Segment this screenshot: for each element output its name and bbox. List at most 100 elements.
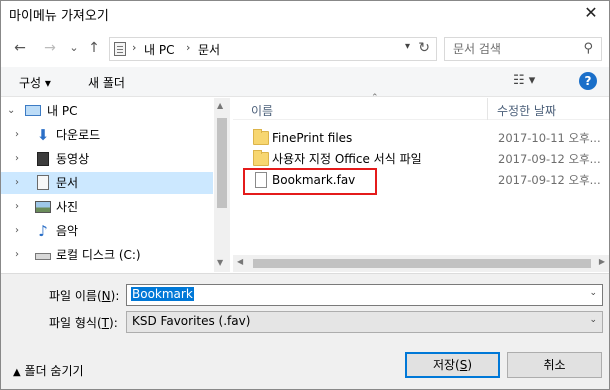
- breadcrumb-chevron-icon[interactable]: ›: [186, 41, 190, 54]
- column-divider[interactable]: [487, 98, 488, 120]
- cancel-button[interactable]: 취소: [507, 352, 602, 378]
- expand-chevron-icon[interactable]: ›: [15, 220, 19, 242]
- organize-menu-button[interactable]: 구성 ▾: [19, 74, 51, 91]
- tree-item-pictures[interactable]: › 사진: [1, 196, 213, 218]
- filetype-label-text: 파일 형식(: [49, 316, 102, 330]
- film-icon: [37, 152, 49, 166]
- search-box[interactable]: ⚲: [444, 37, 602, 61]
- tree-item-downloads[interactable]: › ⬇ 다운로드: [1, 124, 213, 146]
- expand-chevron-icon[interactable]: ›: [15, 196, 19, 218]
- forward-arrow-icon[interactable]: →: [41, 39, 59, 57]
- annotation-highlight-box: [243, 168, 377, 195]
- expand-chevron-icon[interactable]: ›: [15, 244, 19, 266]
- column-header-row: ⌃ 이름 수정한 날짜: [233, 93, 609, 120]
- collapse-chevron-icon[interactable]: ⌄: [7, 100, 15, 122]
- expand-chevron-icon[interactable]: ›: [15, 172, 19, 194]
- title-bar: 마이메뉴 가져오기 ✕: [1, 1, 609, 29]
- navigation-pane: ⌄ 내 PC › ⬇ 다운로드 › 동영상 › 문서 › 사진 › ♪ 음악 ›…: [1, 98, 229, 272]
- up-arrow-icon[interactable]: ↑: [85, 39, 103, 57]
- file-dialog-window: 마이메뉴 가져오기 ✕ ← → ⌄ ↑ › 내 PC › 문서 ▾ ↻ ⚲ 구성…: [0, 0, 610, 390]
- horizontal-scrollbar[interactable]: ◀ ▶: [233, 255, 609, 272]
- picture-icon: [35, 201, 51, 213]
- save-label-suffix: ): [467, 358, 473, 372]
- tree-item-music[interactable]: › ♪ 음악: [1, 220, 213, 242]
- file-row[interactable]: FinePrint files 2017-10-11 오후...: [233, 128, 609, 149]
- refresh-icon[interactable]: ↻: [418, 40, 430, 56]
- hide-folders-toggle[interactable]: ▲ 폴더 숨기기: [13, 362, 84, 379]
- tree-item-label: 사진: [56, 200, 79, 214]
- breadcrumb-chevron-icon[interactable]: ›: [132, 41, 136, 54]
- tree-item-videos[interactable]: › 동영상: [1, 148, 213, 170]
- monitor-icon: [25, 105, 41, 116]
- folder-icon: [253, 150, 269, 166]
- chevron-down-icon[interactable]: ⌄: [589, 288, 597, 298]
- back-arrow-icon[interactable]: ←: [11, 39, 29, 57]
- tree-item-label: 다운로드: [56, 128, 101, 142]
- tree-item-this-pc[interactable]: ⌄ 내 PC: [1, 100, 213, 122]
- documents-location-icon: [114, 42, 126, 56]
- hide-folders-label: 폴더 숨기기: [24, 364, 84, 378]
- filename-value[interactable]: Bookmark: [131, 287, 194, 301]
- save-button[interactable]: 저장(S): [405, 352, 500, 378]
- filetype-label-suffix: ):: [109, 316, 118, 330]
- save-label: 저장(: [432, 358, 460, 372]
- window-title: 마이메뉴 가져오기: [9, 9, 109, 24]
- filename-input[interactable]: Bookmark ⌄: [126, 284, 603, 306]
- sort-ascending-icon: ⌃: [371, 93, 379, 103]
- file-name: FinePrint files: [272, 131, 353, 145]
- column-header-name[interactable]: 이름: [251, 102, 273, 119]
- expand-chevron-icon[interactable]: ›: [15, 148, 19, 170]
- nav-pane-scrollbar[interactable]: ▲ ▼: [214, 98, 230, 272]
- scrollbar-thumb[interactable]: [217, 118, 227, 208]
- breadcrumb-this-pc[interactable]: 내 PC: [144, 41, 174, 58]
- chevron-down-icon[interactable]: ⌄: [589, 315, 597, 325]
- file-date: 2017-09-12 오후...: [498, 173, 601, 187]
- tree-item-label: 로컬 디스크 (C:): [56, 248, 141, 262]
- help-icon[interactable]: ?: [579, 72, 597, 90]
- scroll-down-icon[interactable]: ▼: [217, 258, 223, 267]
- command-toolbar: 구성 ▾ 새 폴더 ☷ ▾ ?: [1, 67, 609, 97]
- view-options-icon[interactable]: ☷ ▾: [513, 73, 535, 88]
- search-icon[interactable]: ⚲: [583, 41, 593, 56]
- file-row[interactable]: 사용자 지정 Office 서식 파일 2017-09-12 오후...: [233, 149, 609, 170]
- tree-item-documents[interactable]: › 문서: [1, 172, 213, 194]
- filename-label: 파일 이름(N):: [49, 287, 119, 304]
- breadcrumb-documents[interactable]: 문서: [198, 41, 220, 58]
- filetype-select[interactable]: KSD Favorites (.fav) ⌄: [126, 311, 603, 333]
- tree-item-local-disk[interactable]: › 로컬 디스크 (C:): [1, 244, 213, 266]
- new-folder-button[interactable]: 새 폴더: [88, 74, 125, 91]
- file-list-pane: ⌃ 이름 수정한 날짜 FinePrint files 2017-10-11 오…: [233, 93, 609, 272]
- chevron-up-icon: ▲: [13, 367, 21, 378]
- filename-label-suffix: ):: [110, 289, 120, 303]
- navigation-bar: ← → ⌄ ↑ › 내 PC › 문서 ▾ ↻ ⚲: [1, 35, 609, 63]
- search-input[interactable]: [453, 41, 573, 57]
- tree-item-label: 문서: [56, 176, 79, 190]
- file-date: 2017-10-11 오후...: [498, 131, 601, 145]
- file-name: 사용자 지정 Office 서식 파일: [272, 152, 422, 166]
- filename-label-accesskey: N: [101, 289, 111, 303]
- dialog-footer: 파일 이름(N): Bookmark ⌄ 파일 형식(T): KSD Favor…: [1, 273, 609, 389]
- drive-icon: [35, 253, 51, 260]
- address-bar[interactable]: › 내 PC › 문서 ▾ ↻: [109, 37, 437, 61]
- download-arrow-icon: ⬇: [36, 126, 50, 144]
- recent-locations-chevron-icon[interactable]: ⌄: [65, 39, 83, 57]
- file-date: 2017-09-12 오후...: [498, 152, 601, 166]
- tree-item-label: 내 PC: [47, 104, 78, 118]
- filetype-label: 파일 형식(T):: [49, 314, 118, 331]
- address-dropdown-icon[interactable]: ▾: [405, 41, 410, 52]
- column-header-date-modified[interactable]: 수정한 날짜: [497, 102, 556, 119]
- scroll-up-icon[interactable]: ▲: [217, 101, 223, 110]
- document-icon: [37, 175, 49, 190]
- folder-icon: [253, 129, 269, 145]
- filetype-label-accesskey: T: [101, 316, 110, 330]
- filetype-value: KSD Favorites (.fav): [132, 314, 251, 328]
- music-note-icon: ♪: [38, 222, 48, 240]
- tree-item-label: 음악: [56, 224, 79, 238]
- filename-label-text: 파일 이름(: [49, 289, 102, 303]
- scroll-left-icon[interactable]: ◀: [237, 257, 243, 266]
- expand-chevron-icon[interactable]: ›: [15, 124, 19, 146]
- scroll-right-icon[interactable]: ▶: [599, 257, 605, 266]
- close-icon[interactable]: ✕: [581, 3, 601, 23]
- tree-item-label: 동영상: [56, 152, 90, 166]
- scrollbar-thumb[interactable]: [253, 259, 591, 268]
